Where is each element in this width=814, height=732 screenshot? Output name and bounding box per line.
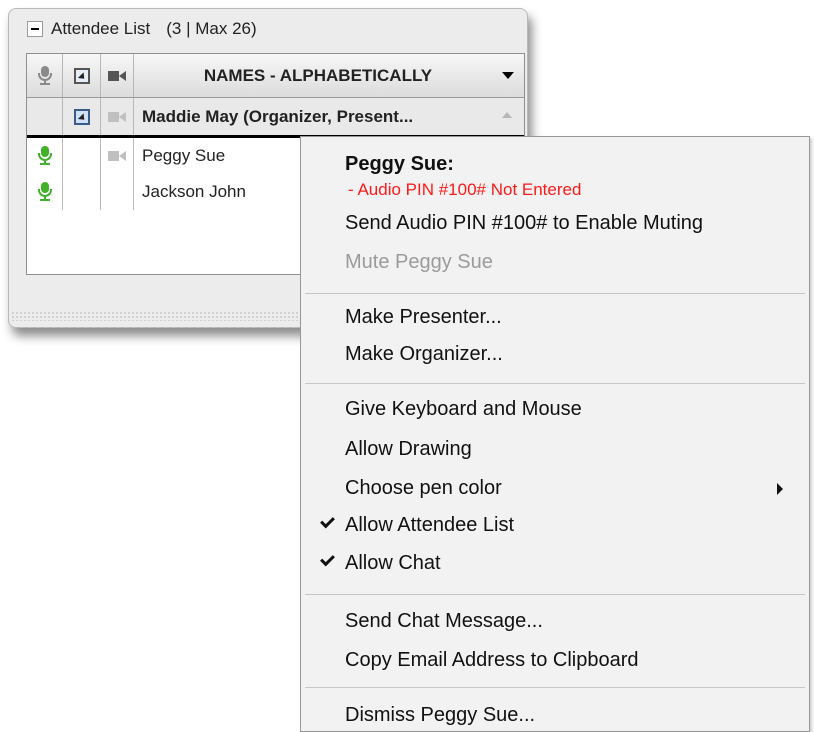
allow-chat-label: Allow Chat [345, 552, 441, 574]
menu-separator [305, 293, 805, 294]
menu-item-make-presenter[interactable]: Make Presenter... [301, 305, 809, 329]
mic-column-header[interactable] [27, 54, 63, 97]
menu-separator [305, 383, 805, 384]
microphone-active-icon [37, 146, 52, 166]
menu-item-send-audio-pin[interactable]: Send Audio PIN #100# to Enable Muting [301, 211, 809, 235]
camera-off-icon [108, 111, 126, 123]
checkmark-icon [320, 551, 335, 567]
menu-item-copy-email[interactable]: Copy Email Address to Clipboard [301, 648, 809, 672]
menu-item-mute[interactable]: Mute Peggy Sue [301, 250, 809, 274]
scroll-up-icon[interactable] [502, 112, 512, 118]
names-column-header[interactable]: NAMES - ALPHABETICALLY [134, 54, 524, 97]
collapse-minus-icon[interactable] [27, 21, 43, 37]
screen-cell [63, 174, 101, 210]
allow-attendee-list-label: Allow Attendee List [345, 514, 514, 536]
menu-item-choose-pen-color[interactable]: Choose pen color [301, 476, 809, 500]
attendee-name: Maddie May (Organizer, Present... [142, 106, 414, 126]
grid-header-row: NAMES - ALPHABETICALLY [27, 54, 524, 98]
choose-pen-color-label: Choose pen color [345, 477, 502, 499]
menu-item-send-chat-message[interactable]: Send Chat Message... [301, 609, 809, 633]
submenu-arrow-icon [777, 483, 783, 495]
screenshot-stage: Attendee List (3 | Max 26) NAMES - ALPHA… [0, 0, 814, 732]
audio-pin-warning: - Audio PIN #100# Not Entered [348, 180, 582, 199]
presenter-screen-icon [73, 108, 90, 125]
menu-item-make-organizer[interactable]: Make Organizer... [301, 342, 809, 366]
camera-icon [108, 70, 126, 82]
attendee-list-header: Attendee List (3 | Max 26) [9, 9, 527, 49]
menu-item-give-keyboard-mouse[interactable]: Give Keyboard and Mouse [301, 397, 809, 421]
checkmark-icon [320, 513, 335, 529]
microphone-active-icon [37, 182, 52, 202]
screen-column-header[interactable] [63, 54, 101, 97]
camera-cell [101, 174, 134, 210]
names-sort-label: NAMES - ALPHABETICALLY [203, 65, 433, 85]
menu-separator [305, 687, 805, 688]
attendee-row-organizer[interactable]: Maddie May (Organizer, Present... [27, 98, 524, 138]
sort-dropdown-icon[interactable] [502, 72, 514, 79]
menu-item-allow-chat[interactable]: Allow Chat [301, 551, 809, 575]
menu-item-dismiss[interactable]: Dismiss Peggy Sue... [301, 703, 809, 727]
camera-cell [101, 138, 134, 174]
menu-item-allow-attendee-list[interactable]: Allow Attendee List [301, 513, 809, 537]
menu-title: Peggy Sue: [345, 153, 454, 175]
mic-cell [27, 98, 63, 135]
screen-cell [63, 98, 101, 135]
camera-off-icon [108, 150, 126, 162]
attendee-context-menu: Peggy Sue: - Audio PIN #100# Not Entered… [300, 136, 810, 732]
screen-share-icon [73, 67, 90, 84]
menu-separator [305, 594, 805, 595]
screen-cell [63, 138, 101, 174]
mic-cell[interactable] [27, 138, 63, 174]
attendee-list-title: Attendee List [51, 19, 151, 38]
camera-column-header[interactable] [101, 54, 134, 97]
mic-cell[interactable] [27, 174, 63, 210]
microphone-icon [37, 65, 52, 86]
camera-cell [101, 98, 134, 135]
attendee-count: (3 | Max 26) [166, 19, 257, 38]
menu-item-allow-drawing[interactable]: Allow Drawing [301, 437, 809, 461]
